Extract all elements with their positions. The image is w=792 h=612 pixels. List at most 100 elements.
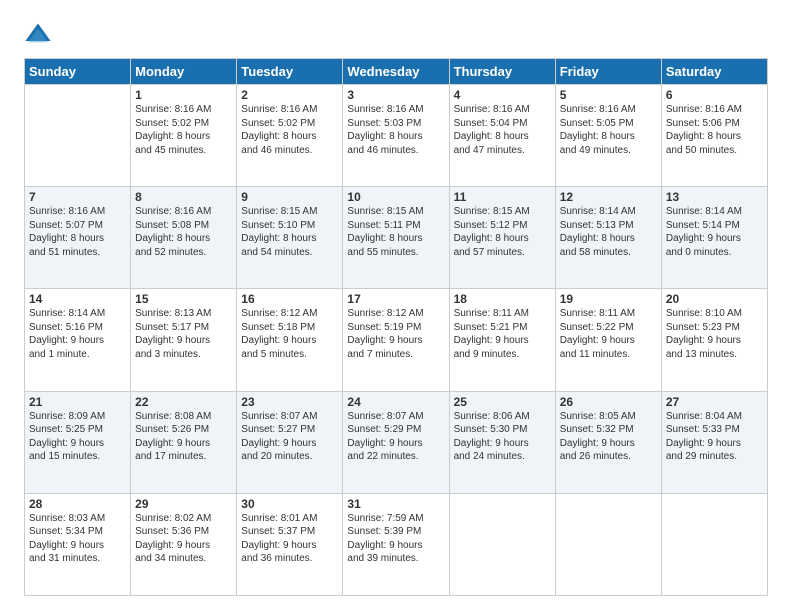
weekday-header-saturday: Saturday (661, 59, 767, 85)
calendar-day-30: 30Sunrise: 8:01 AM Sunset: 5:37 PM Dayli… (237, 493, 343, 595)
day-number: 6 (666, 88, 763, 102)
calendar-week-2: 7Sunrise: 8:16 AM Sunset: 5:07 PM Daylig… (25, 187, 768, 289)
day-info: Sunrise: 8:02 AM Sunset: 5:36 PM Dayligh… (135, 512, 232, 566)
calendar-week-4: 21Sunrise: 8:09 AM Sunset: 5:25 PM Dayli… (25, 391, 768, 493)
day-number: 30 (241, 497, 338, 511)
day-number: 8 (135, 190, 232, 204)
day-info: Sunrise: 8:16 AM Sunset: 5:03 PM Dayligh… (347, 103, 444, 157)
calendar-day-27: 27Sunrise: 8:04 AM Sunset: 5:33 PM Dayli… (661, 391, 767, 493)
day-info: Sunrise: 8:16 AM Sunset: 5:06 PM Dayligh… (666, 103, 763, 157)
calendar-day-14: 14Sunrise: 8:14 AM Sunset: 5:16 PM Dayli… (25, 289, 131, 391)
calendar-day-2: 2Sunrise: 8:16 AM Sunset: 5:02 PM Daylig… (237, 85, 343, 187)
day-number: 19 (560, 292, 657, 306)
day-info: Sunrise: 8:12 AM Sunset: 5:19 PM Dayligh… (347, 307, 444, 361)
calendar-day-8: 8Sunrise: 8:16 AM Sunset: 5:08 PM Daylig… (131, 187, 237, 289)
day-info: Sunrise: 8:05 AM Sunset: 5:32 PM Dayligh… (560, 410, 657, 464)
weekday-header-monday: Monday (131, 59, 237, 85)
calendar-day-26: 26Sunrise: 8:05 AM Sunset: 5:32 PM Dayli… (555, 391, 661, 493)
day-number: 11 (454, 190, 551, 204)
day-info: Sunrise: 8:07 AM Sunset: 5:29 PM Dayligh… (347, 410, 444, 464)
header (24, 20, 768, 48)
page: SundayMondayTuesdayWednesdayThursdayFrid… (0, 0, 792, 612)
day-info: Sunrise: 8:12 AM Sunset: 5:18 PM Dayligh… (241, 307, 338, 361)
day-info: Sunrise: 8:08 AM Sunset: 5:26 PM Dayligh… (135, 410, 232, 464)
calendar-day-12: 12Sunrise: 8:14 AM Sunset: 5:13 PM Dayli… (555, 187, 661, 289)
weekday-header-sunday: Sunday (25, 59, 131, 85)
day-number: 25 (454, 395, 551, 409)
day-number: 3 (347, 88, 444, 102)
day-number: 14 (29, 292, 126, 306)
day-number: 22 (135, 395, 232, 409)
calendar-day-25: 25Sunrise: 8:06 AM Sunset: 5:30 PM Dayli… (449, 391, 555, 493)
day-number: 26 (560, 395, 657, 409)
day-info: Sunrise: 8:14 AM Sunset: 5:13 PM Dayligh… (560, 205, 657, 259)
weekday-header-friday: Friday (555, 59, 661, 85)
day-number: 24 (347, 395, 444, 409)
day-info: Sunrise: 8:13 AM Sunset: 5:17 PM Dayligh… (135, 307, 232, 361)
day-info: Sunrise: 8:15 AM Sunset: 5:12 PM Dayligh… (454, 205, 551, 259)
calendar-day-17: 17Sunrise: 8:12 AM Sunset: 5:19 PM Dayli… (343, 289, 449, 391)
calendar-table: SundayMondayTuesdayWednesdayThursdayFrid… (24, 58, 768, 596)
day-info: Sunrise: 8:10 AM Sunset: 5:23 PM Dayligh… (666, 307, 763, 361)
calendar-day-29: 29Sunrise: 8:02 AM Sunset: 5:36 PM Dayli… (131, 493, 237, 595)
day-number: 21 (29, 395, 126, 409)
day-info: Sunrise: 8:16 AM Sunset: 5:05 PM Dayligh… (560, 103, 657, 157)
calendar-day-21: 21Sunrise: 8:09 AM Sunset: 5:25 PM Dayli… (25, 391, 131, 493)
calendar-day-20: 20Sunrise: 8:10 AM Sunset: 5:23 PM Dayli… (661, 289, 767, 391)
day-info: Sunrise: 8:16 AM Sunset: 5:02 PM Dayligh… (135, 103, 232, 157)
empty-cell (661, 493, 767, 595)
day-number: 28 (29, 497, 126, 511)
calendar-day-15: 15Sunrise: 8:13 AM Sunset: 5:17 PM Dayli… (131, 289, 237, 391)
day-number: 7 (29, 190, 126, 204)
empty-cell (25, 85, 131, 187)
calendar-day-5: 5Sunrise: 8:16 AM Sunset: 5:05 PM Daylig… (555, 85, 661, 187)
day-number: 27 (666, 395, 763, 409)
day-info: Sunrise: 8:07 AM Sunset: 5:27 PM Dayligh… (241, 410, 338, 464)
day-info: Sunrise: 8:01 AM Sunset: 5:37 PM Dayligh… (241, 512, 338, 566)
day-info: Sunrise: 8:16 AM Sunset: 5:07 PM Dayligh… (29, 205, 126, 259)
day-info: Sunrise: 8:15 AM Sunset: 5:11 PM Dayligh… (347, 205, 444, 259)
day-info: Sunrise: 8:06 AM Sunset: 5:30 PM Dayligh… (454, 410, 551, 464)
day-info: Sunrise: 8:14 AM Sunset: 5:16 PM Dayligh… (29, 307, 126, 361)
calendar-day-9: 9Sunrise: 8:15 AM Sunset: 5:10 PM Daylig… (237, 187, 343, 289)
day-number: 23 (241, 395, 338, 409)
empty-cell (449, 493, 555, 595)
calendar-day-6: 6Sunrise: 8:16 AM Sunset: 5:06 PM Daylig… (661, 85, 767, 187)
calendar-day-18: 18Sunrise: 8:11 AM Sunset: 5:21 PM Dayli… (449, 289, 555, 391)
day-info: Sunrise: 8:14 AM Sunset: 5:14 PM Dayligh… (666, 205, 763, 259)
day-number: 15 (135, 292, 232, 306)
weekday-header-row: SundayMondayTuesdayWednesdayThursdayFrid… (25, 59, 768, 85)
day-number: 5 (560, 88, 657, 102)
calendar-week-5: 28Sunrise: 8:03 AM Sunset: 5:34 PM Dayli… (25, 493, 768, 595)
calendar-day-16: 16Sunrise: 8:12 AM Sunset: 5:18 PM Dayli… (237, 289, 343, 391)
logo-icon (24, 20, 52, 48)
day-info: Sunrise: 8:11 AM Sunset: 5:22 PM Dayligh… (560, 307, 657, 361)
day-info: Sunrise: 8:15 AM Sunset: 5:10 PM Dayligh… (241, 205, 338, 259)
calendar-day-28: 28Sunrise: 8:03 AM Sunset: 5:34 PM Dayli… (25, 493, 131, 595)
day-number: 9 (241, 190, 338, 204)
day-number: 16 (241, 292, 338, 306)
calendar-day-10: 10Sunrise: 8:15 AM Sunset: 5:11 PM Dayli… (343, 187, 449, 289)
day-number: 18 (454, 292, 551, 306)
day-number: 13 (666, 190, 763, 204)
calendar-day-7: 7Sunrise: 8:16 AM Sunset: 5:07 PM Daylig… (25, 187, 131, 289)
day-number: 20 (666, 292, 763, 306)
day-number: 31 (347, 497, 444, 511)
weekday-header-tuesday: Tuesday (237, 59, 343, 85)
calendar-day-13: 13Sunrise: 8:14 AM Sunset: 5:14 PM Dayli… (661, 187, 767, 289)
day-info: Sunrise: 7:59 AM Sunset: 5:39 PM Dayligh… (347, 512, 444, 566)
day-info: Sunrise: 8:03 AM Sunset: 5:34 PM Dayligh… (29, 512, 126, 566)
day-info: Sunrise: 8:04 AM Sunset: 5:33 PM Dayligh… (666, 410, 763, 464)
day-info: Sunrise: 8:16 AM Sunset: 5:02 PM Dayligh… (241, 103, 338, 157)
calendar-day-31: 31Sunrise: 7:59 AM Sunset: 5:39 PM Dayli… (343, 493, 449, 595)
day-info: Sunrise: 8:09 AM Sunset: 5:25 PM Dayligh… (29, 410, 126, 464)
calendar-day-24: 24Sunrise: 8:07 AM Sunset: 5:29 PM Dayli… (343, 391, 449, 493)
calendar-week-3: 14Sunrise: 8:14 AM Sunset: 5:16 PM Dayli… (25, 289, 768, 391)
day-number: 2 (241, 88, 338, 102)
day-number: 10 (347, 190, 444, 204)
day-info: Sunrise: 8:16 AM Sunset: 5:08 PM Dayligh… (135, 205, 232, 259)
calendar-day-11: 11Sunrise: 8:15 AM Sunset: 5:12 PM Dayli… (449, 187, 555, 289)
day-number: 17 (347, 292, 444, 306)
logo (24, 20, 54, 48)
calendar-day-1: 1Sunrise: 8:16 AM Sunset: 5:02 PM Daylig… (131, 85, 237, 187)
